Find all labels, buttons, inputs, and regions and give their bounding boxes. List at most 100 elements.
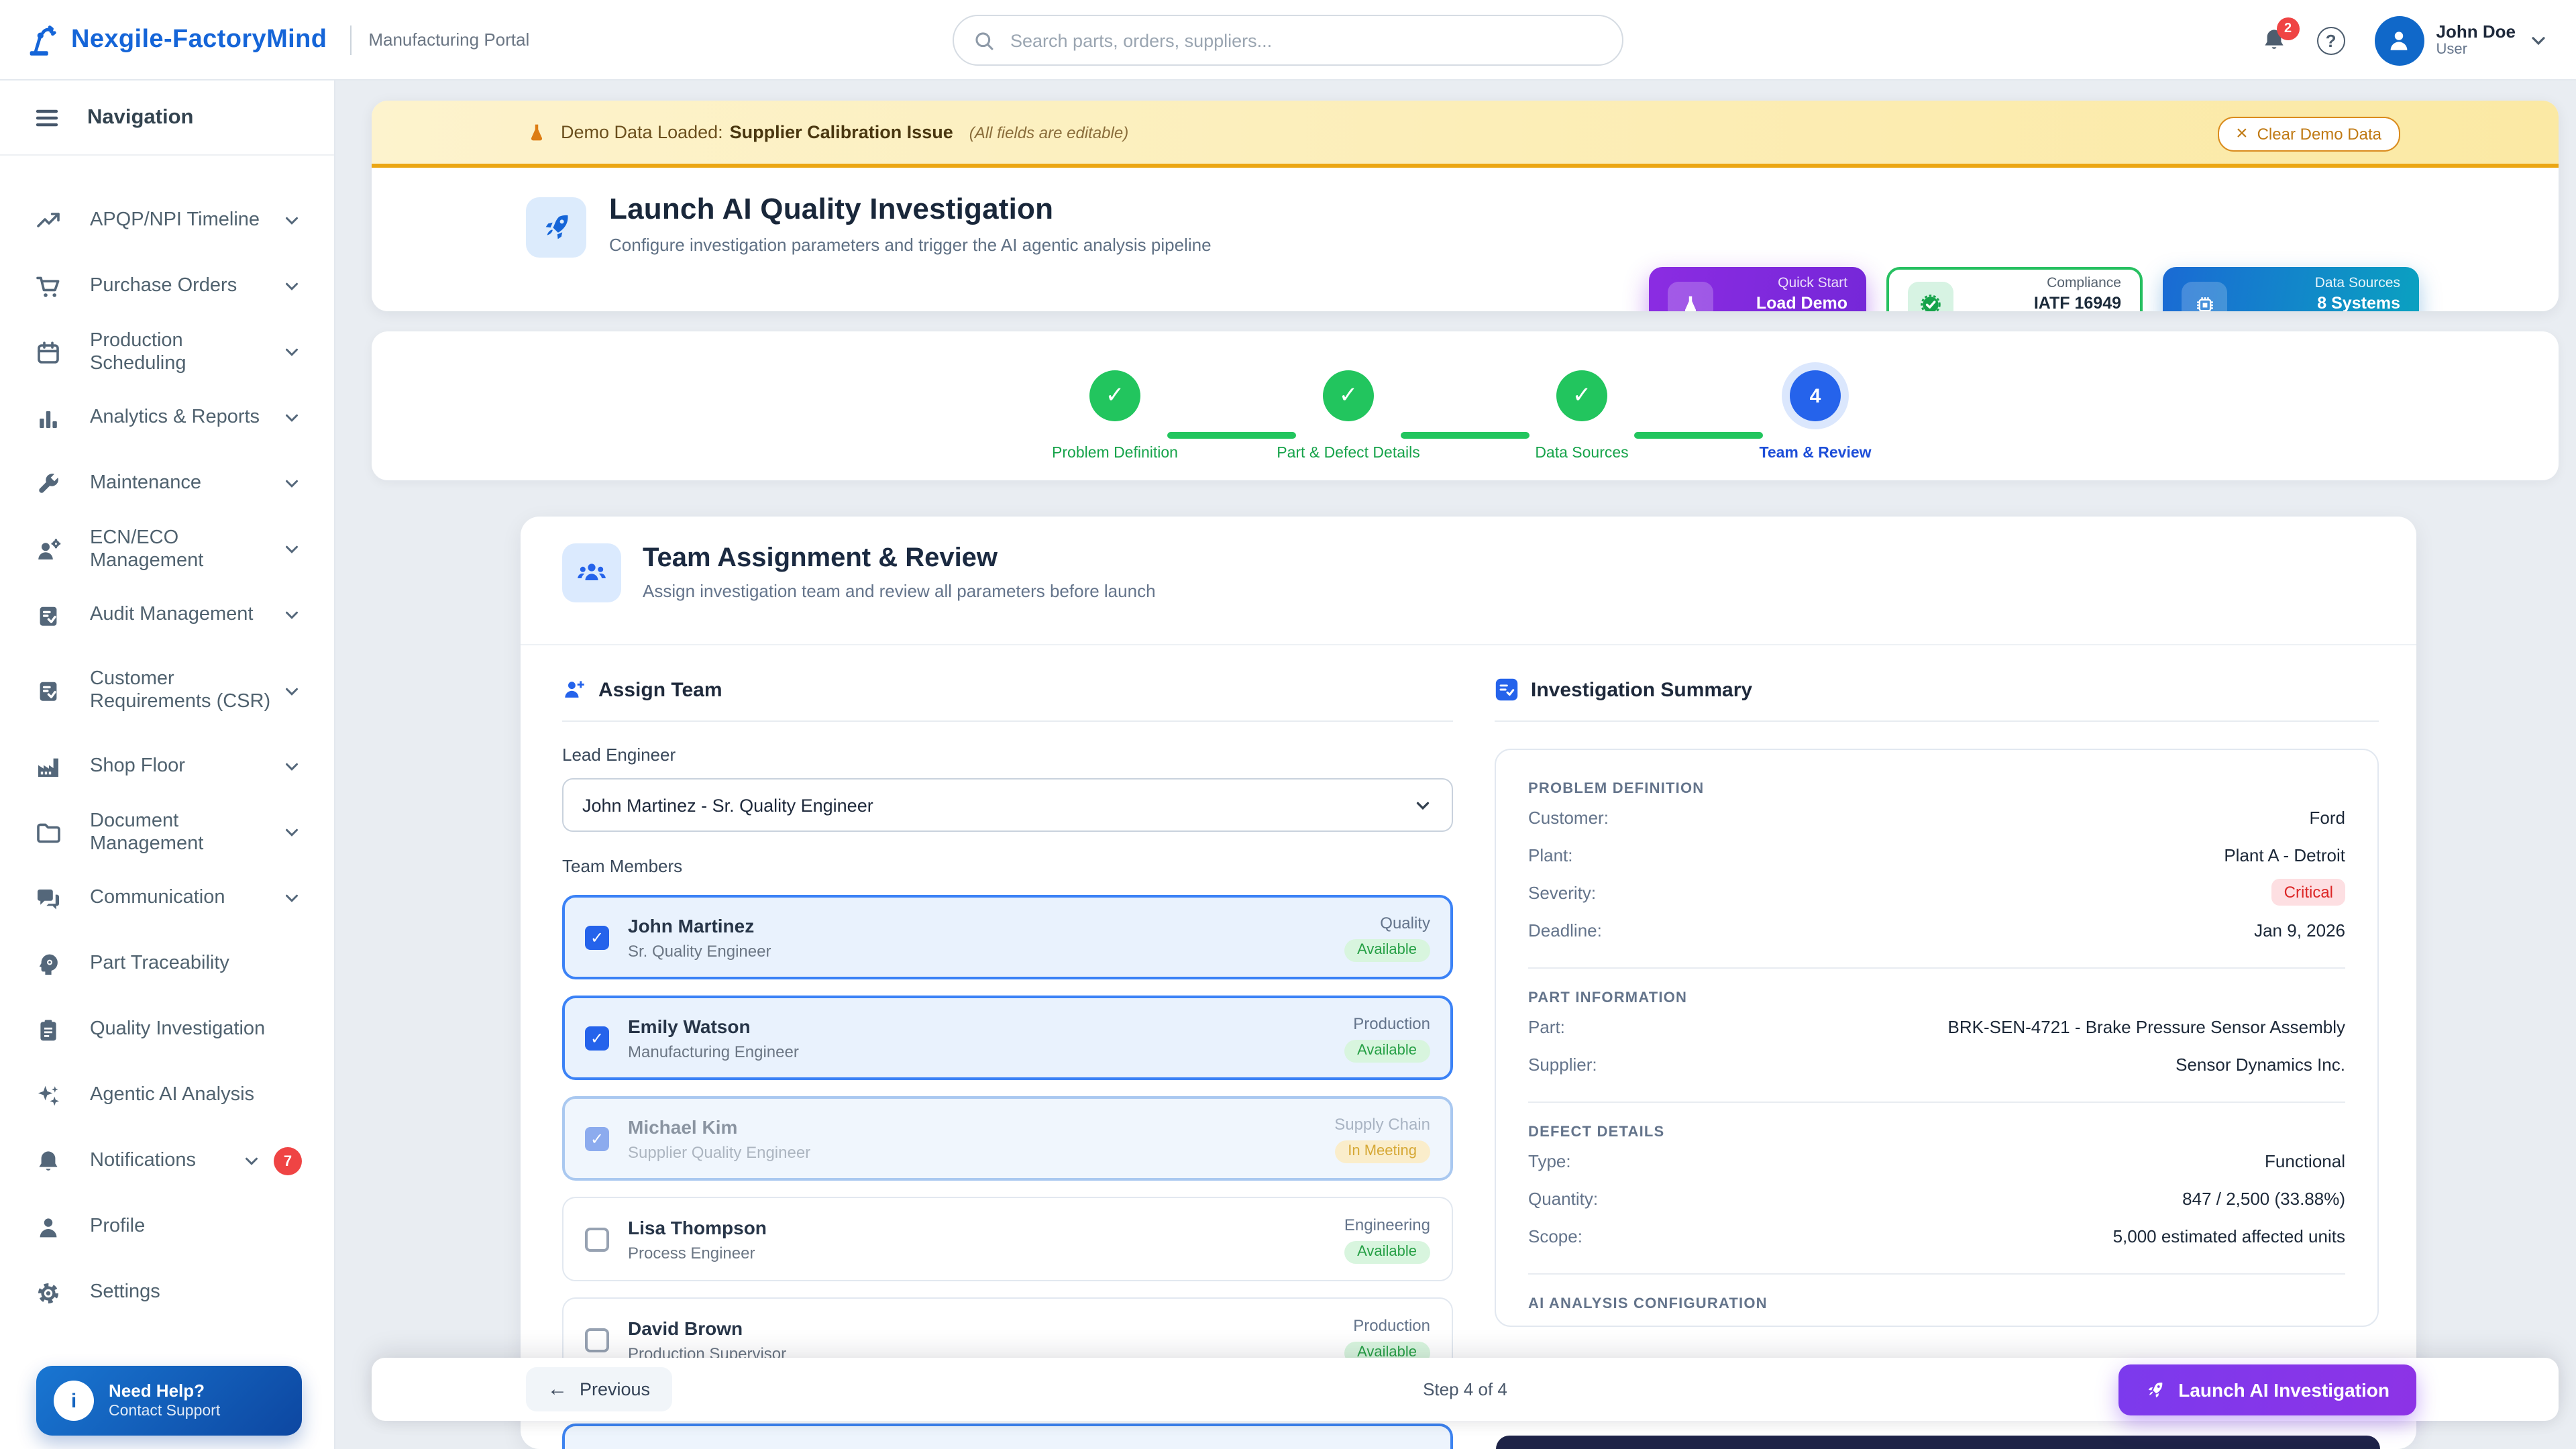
notification-count-badge: 2 (2277, 17, 2300, 40)
engineer-icon (35, 536, 62, 563)
checkbox-checked-disabled-icon[interactable] (585, 1126, 609, 1150)
status-cards: Quick Start Load Demo Data Compliance IA… (1649, 267, 2419, 311)
sidebar-item-part-traceability[interactable]: Part Traceability (0, 931, 334, 997)
chevron-down-icon (282, 605, 302, 625)
gear-icon (35, 1279, 62, 1306)
page-subtitle: Configure investigation parameters and t… (609, 235, 1212, 255)
team-member-row-emily-watson[interactable]: Emily Watson Manufacturing Engineer Prod… (562, 996, 1453, 1080)
launch-label: Launch AI Investigation (2178, 1379, 2390, 1401)
clipboard-icon (35, 1016, 62, 1043)
sidebar-item-apqp-npi-timeline[interactable]: APQP/NPI Timeline (0, 188, 334, 254)
step-connector (1401, 432, 1529, 438)
card-value: IATF 16949 Compliant (1967, 292, 2121, 311)
search-icon (973, 29, 996, 52)
checkbox-checked-icon[interactable] (585, 925, 609, 949)
checkbox-checked-icon[interactable] (585, 1026, 609, 1050)
verified-badge-icon (1908, 282, 1953, 311)
sidebar-item-label: APQP/NPI Timeline (90, 209, 282, 232)
team-member-row-john-martinez[interactable]: John Martinez Sr. Quality Engineer Quali… (562, 895, 1453, 979)
chevron-down-icon (282, 211, 302, 231)
search-input[interactable] (1008, 29, 1603, 52)
team-member-row-michael-kim[interactable]: Michael Kim Supplier Quality Engineer Su… (562, 1096, 1453, 1181)
member-role: Supplier Quality Engineer (628, 1142, 1334, 1161)
sidebar-item-quality-investigation[interactable]: Quality Investigation (0, 997, 334, 1063)
sidebar-item-production-scheduling[interactable]: Production Scheduling (0, 319, 334, 385)
card-label: Quick Start (1727, 274, 1847, 292)
hamburger-menu-icon[interactable] (34, 104, 60, 131)
step-part-defect-details[interactable]: Part & Defect Details (1323, 370, 1374, 421)
section-title: Team Assignment & Review (643, 543, 1156, 574)
quick-start-card[interactable]: Quick Start Load Demo Data (1649, 267, 1866, 311)
summary-section-title: AI ANALYSIS CONFIGURATION (1528, 1296, 2345, 1312)
step-team-review[interactable]: 4 Team & Review (1790, 370, 1841, 421)
brand-block[interactable]: Nexgile-FactoryMind Manufacturing Portal (0, 22, 529, 57)
flask-icon (526, 121, 547, 143)
sidebar-item-shop-floor[interactable]: Shop Floor (0, 734, 334, 800)
availability-badge: Available (1344, 1240, 1430, 1263)
banner-text: Demo Data Loaded: (561, 122, 723, 142)
notifications-bell-icon[interactable]: 2 (2261, 27, 2288, 54)
sidebar-item-ecn-eco-management[interactable]: ECN/ECO Management (0, 517, 334, 582)
checkbox-unchecked-icon[interactable] (585, 1227, 609, 1251)
summary-label: Quantity: (1528, 1188, 2182, 1208)
step-label: Data Sources (1535, 445, 1628, 462)
step-done-check-icon (1556, 370, 1607, 421)
sidebar-item-analytics-reports[interactable]: Analytics & Reports (0, 385, 334, 451)
user-menu[interactable]: John Doe User (2375, 15, 2549, 65)
step-problem-definition[interactable]: Problem Definition (1089, 370, 1140, 421)
sidebar-item-label: Audit Management (90, 604, 282, 627)
chevron-down-icon (282, 822, 302, 843)
app-root: Nexgile-FactoryMind Manufacturing Portal… (0, 0, 2576, 1449)
dark-panel-peek (1496, 1436, 2380, 1449)
sidebar-item-label: Agentic AI Analysis (90, 1084, 302, 1107)
header-actions: 2 John Doe User (2261, 0, 2549, 80)
sidebar: Navigation APQP/NPI Timeline Purchase Or… (0, 80, 335, 1449)
sidebar-item-notifications[interactable]: Notifications 7 (0, 1128, 334, 1194)
summary-value: Sensor Dynamics Inc. (2176, 1054, 2345, 1074)
compliance-card: Compliance IATF 16949 Compliant (1886, 267, 2143, 311)
step-label: Team & Review (1759, 445, 1871, 462)
sidebar-item-document-management[interactable]: Document Management (0, 800, 334, 865)
sidebar-item-audit-management[interactable]: Audit Management (0, 582, 334, 648)
summary-value: Ford (2310, 807, 2345, 827)
global-search[interactable] (953, 15, 1623, 66)
sidebar-item-maintenance[interactable]: Maintenance (0, 451, 334, 517)
clear-demo-data-button[interactable]: Clear Demo Data (2217, 117, 2400, 152)
sidebar-item-label: Notifications (90, 1150, 241, 1173)
chevron-down-icon (282, 276, 302, 297)
member-name: Emily Watson (628, 1015, 1344, 1036)
avatar (2375, 15, 2424, 65)
availability-badge: Available (1344, 938, 1430, 961)
sidebar-item-customer-requirements-csr[interactable]: Customer Requirements (CSR) (0, 648, 334, 734)
sidebar-item-communication[interactable]: Communication (0, 865, 334, 931)
summary-section-title: PROBLEM DEFINITION (1528, 781, 2345, 797)
sidebar-item-purchase-orders[interactable]: Purchase Orders (0, 254, 334, 319)
sidebar-item-label: Quality Investigation (90, 1018, 302, 1041)
sidebar-item-settings[interactable]: Settings (0, 1260, 334, 1326)
help-icon[interactable] (2317, 26, 2345, 54)
contact-support-card[interactable]: Need Help? Contact Support (36, 1366, 302, 1436)
sidebar-item-agentic-ai-analysis[interactable]: Agentic AI Analysis (0, 1063, 334, 1128)
sidebar-item-label: Document Management (90, 810, 282, 855)
user-role: User (2436, 42, 2516, 59)
rocket-icon (526, 197, 586, 258)
launch-ai-investigation-button[interactable]: Launch AI Investigation (2118, 1364, 2416, 1415)
checkbox-unchecked-icon[interactable] (585, 1328, 609, 1352)
chevron-down-icon (1413, 795, 1433, 815)
fact-check-icon (1495, 678, 1519, 702)
summary-value: 847 / 2,500 (33.88%) (2182, 1188, 2345, 1208)
step-done-check-icon (1323, 370, 1374, 421)
sidebar-item-label: Production Scheduling (90, 329, 282, 375)
summary-label: Supplier: (1528, 1054, 2176, 1074)
team-member-row-partial[interactable] (562, 1424, 1453, 1449)
summary-value: 5,000 estimated affected units (2113, 1226, 2345, 1246)
lead-engineer-select[interactable]: John Martinez - Sr. Quality Engineer (562, 778, 1453, 832)
sidebar-item-profile[interactable]: Profile (0, 1194, 334, 1260)
help-title: Need Help? (109, 1381, 220, 1402)
clear-demo-data-label: Clear Demo Data (2257, 125, 2381, 144)
chevron-down-icon (2528, 30, 2549, 51)
section-subtitle: Assign investigation team and review all… (643, 581, 1156, 601)
team-member-row-lisa-thompson[interactable]: Lisa Thompson Process Engineer Engineeri… (562, 1197, 1453, 1281)
step-data-sources[interactable]: Data Sources (1556, 370, 1607, 421)
brand-divider (350, 25, 351, 54)
